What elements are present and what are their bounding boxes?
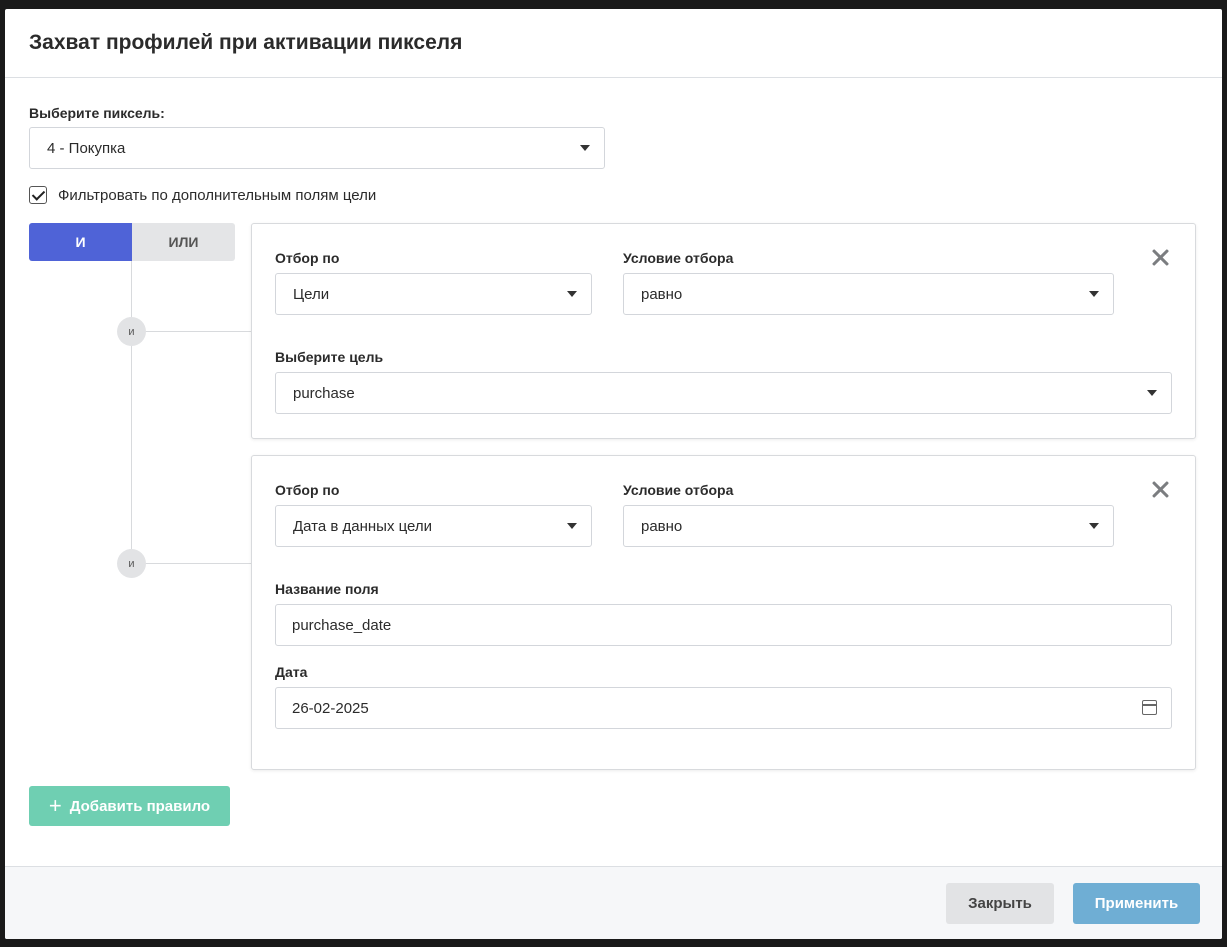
logic-node-2: и <box>117 549 146 578</box>
field-name-input[interactable]: purchase_date <box>275 604 1172 646</box>
filter-checkbox-row[interactable]: Фильтровать по дополнительным полям цели <box>29 186 376 204</box>
condition-select[interactable]: равно <box>623 505 1114 547</box>
pixel-select-value: 4 - Покупка <box>47 139 126 157</box>
pixel-select[interactable]: 4 - Покупка <box>29 127 605 169</box>
chevron-down-icon <box>580 145 590 151</box>
chevron-down-icon <box>567 523 577 529</box>
filter-checkbox-label: Фильтровать по дополнительным полям цели <box>58 186 377 204</box>
logic-toggle: И ИЛИ <box>29 223 235 261</box>
chevron-down-icon <box>1089 523 1099 529</box>
date-input[interactable]: 26-02-2025 <box>275 687 1172 729</box>
date-value: 26-02-2025 <box>292 699 369 717</box>
calendar-icon[interactable] <box>1142 700 1157 715</box>
condition-label: Условие отбора <box>623 482 734 498</box>
filter-by-select[interactable]: Цели <box>275 273 592 315</box>
add-rule-button[interactable]: + Добавить правило <box>29 786 230 826</box>
chevron-down-icon <box>1147 390 1157 396</box>
rule-card-2: Отбор по Дата в данных цели Условие отбо… <box>251 455 1196 770</box>
apply-button[interactable]: Применить <box>1073 883 1200 924</box>
connector-branch-1 <box>131 331 252 332</box>
toggle-or-button[interactable]: ИЛИ <box>132 223 235 261</box>
filter-by-select[interactable]: Дата в данных цели <box>275 505 592 547</box>
field-name-value: purchase_date <box>292 616 392 634</box>
connector-branch-2 <box>131 563 252 564</box>
condition-value: равно <box>641 517 683 535</box>
condition-value: равно <box>641 285 683 303</box>
close-button[interactable]: Закрыть <box>946 883 1054 924</box>
condition-label: Условие отбора <box>623 250 734 266</box>
rule-card-1: Отбор по Цели Условие отбора равно Выбер… <box>251 223 1196 439</box>
filter-by-label: Отбор по <box>275 482 340 498</box>
goal-value: purchase <box>293 384 355 402</box>
pixel-label: Выберите пиксель: <box>29 105 165 121</box>
toggle-and-button[interactable]: И <box>29 223 132 261</box>
capture-profiles-modal: Захват профилей при активации пикселя Вы… <box>5 9 1222 939</box>
close-icon[interactable] <box>1151 248 1169 266</box>
field-name-label: Название поля <box>275 581 379 597</box>
condition-select[interactable]: равно <box>623 273 1114 315</box>
chevron-down-icon <box>1089 291 1099 297</box>
logic-node-1: и <box>117 317 146 346</box>
filter-by-value: Цели <box>293 285 330 303</box>
date-label: Дата <box>275 664 308 680</box>
modal-header: Захват профилей при активации пикселя <box>5 9 1222 78</box>
logic-connector-line <box>131 261 132 564</box>
close-icon[interactable] <box>1151 480 1169 498</box>
add-rule-label: Добавить правило <box>69 797 211 815</box>
filter-checkbox[interactable] <box>29 186 47 204</box>
goal-label: Выберите цель <box>275 349 384 365</box>
chevron-down-icon <box>567 291 577 297</box>
plus-icon: + <box>48 793 62 818</box>
goal-select[interactable]: purchase <box>275 372 1172 414</box>
modal-body: Выберите пиксель: 4 - Покупка Фильтроват… <box>5 78 1222 866</box>
filter-by-value: Дата в данных цели <box>293 517 433 535</box>
filter-by-label: Отбор по <box>275 250 340 266</box>
modal-footer: Закрыть Применить <box>5 866 1222 939</box>
modal-title: Захват профилей при активации пикселя <box>29 31 463 54</box>
